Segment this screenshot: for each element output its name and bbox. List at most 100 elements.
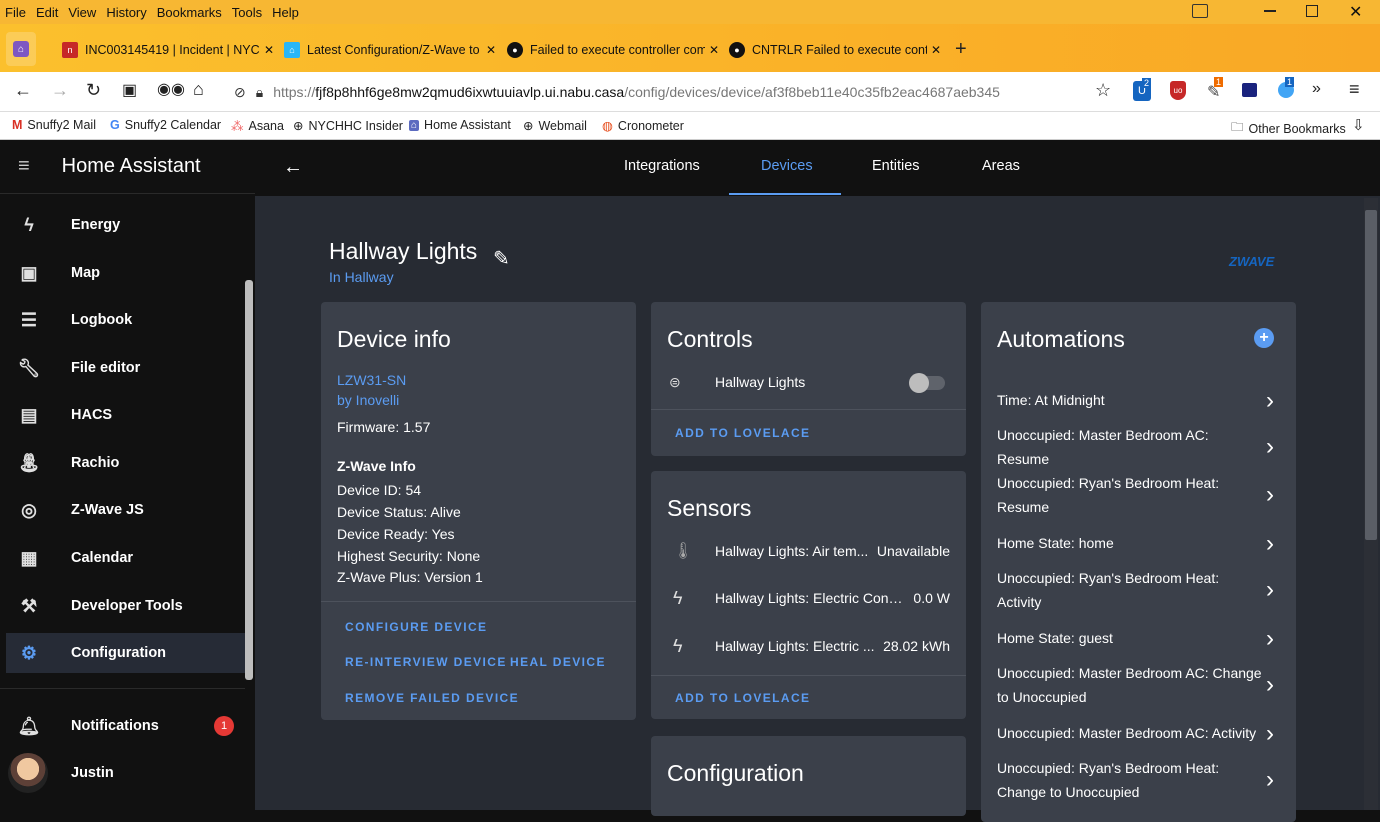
url-bar[interactable]: ⊘ 🔒︎ https://fjf8p8hhf6ge8mw2qmud6ixwtuu… bbox=[226, 77, 1121, 107]
sidebar-item-file-editor[interactable]: 🔧︎ File editor bbox=[0, 348, 245, 388]
new-tab-icon[interactable]: + bbox=[955, 38, 967, 61]
bookmark-nychhc-insider[interactable]: ⊕ NYCHHC Insider bbox=[293, 118, 403, 134]
menu-file[interactable]: File bbox=[0, 5, 31, 20]
device-area-link[interactable]: In Hallway bbox=[329, 269, 394, 285]
automation-row[interactable]: Unoccupied: Master Bedroom AC: Change to … bbox=[981, 661, 1296, 709]
browser-tab-1[interactable]: n INC003145419 | Incident | NYCH ✕ bbox=[62, 32, 274, 68]
menu-bookmarks[interactable]: Bookmarks bbox=[152, 5, 227, 20]
main-scrollbar-thumb[interactable] bbox=[1365, 210, 1377, 540]
firmware-version: Firmware: 1.57 bbox=[337, 419, 431, 435]
bookmark-home-assistant[interactable]: ⌂ Home Assistant bbox=[409, 118, 511, 132]
card-divider bbox=[651, 675, 966, 676]
home-icon[interactable]: ⌂ bbox=[193, 79, 204, 100]
heal-device-button[interactable]: HEAL DEVICE bbox=[510, 655, 606, 669]
tab-integrations[interactable]: Integrations bbox=[624, 158, 700, 174]
bookmark-star-icon[interactable]: ☆ bbox=[1095, 80, 1111, 101]
window-restore-tray-icon[interactable] bbox=[1192, 4, 1208, 18]
automation-row[interactable]: Home State: guest › bbox=[981, 625, 1296, 652]
close-tab-icon[interactable]: ✕ bbox=[931, 43, 941, 57]
browser-tab-2[interactable]: ⌂ Latest Configuration/Z-Wave to ✕ bbox=[284, 32, 496, 68]
hamburger-menu-icon[interactable]: ≡ bbox=[1349, 79, 1360, 100]
forward-icon[interactable]: → bbox=[51, 80, 69, 101]
ublock-icon[interactable]: uo bbox=[1170, 81, 1186, 100]
card-title: Configuration bbox=[667, 760, 804, 786]
bookmark-webmail[interactable]: ⊕ Webmail bbox=[523, 118, 587, 134]
back-arrow-icon[interactable]: ← bbox=[283, 156, 303, 179]
automation-row[interactable]: Unoccupied: Ryan's Bedroom Heat: Activity… bbox=[981, 566, 1296, 614]
menu-edit[interactable]: Edit bbox=[31, 5, 63, 20]
sidebar-item-configuration[interactable]: ⚙ Configuration bbox=[6, 633, 245, 673]
reload-icon[interactable]: ↻ bbox=[86, 80, 101, 101]
bookmark-snuffy2-calendar[interactable]: G Snuffy2 Calendar bbox=[110, 118, 221, 132]
back-icon[interactable]: ← bbox=[14, 80, 32, 101]
device-model-link[interactable]: LZW31-SN bbox=[337, 372, 406, 388]
add-to-lovelace-button[interactable]: ADD TO LOVELACE bbox=[675, 691, 810, 705]
tab-areas[interactable]: Areas bbox=[982, 158, 1020, 174]
tracking-protection-icon[interactable]: ⊘ bbox=[234, 84, 246, 101]
light-toggle[interactable] bbox=[909, 373, 945, 393]
configure-device-button[interactable]: CONFIGURE DEVICE bbox=[345, 620, 487, 634]
lock-icon[interactable]: 🔒︎ bbox=[256, 84, 263, 101]
close-tab-icon[interactable]: ✕ bbox=[264, 43, 274, 57]
menu-tools[interactable]: Tools bbox=[227, 5, 267, 20]
sidebar-item-map[interactable]: ▣ Map bbox=[0, 253, 245, 293]
automation-row[interactable]: Time: At Midnight › bbox=[981, 387, 1296, 414]
sidebar-item-rachio[interactable]: ⛲︎ Rachio bbox=[0, 443, 245, 483]
sidebar-item-hacs[interactable]: ▤ HACS bbox=[0, 395, 245, 435]
sensor-name[interactable]: Hallway Lights: Electric ... bbox=[715, 638, 875, 654]
close-tab-icon[interactable]: ✕ bbox=[709, 43, 719, 57]
pinned-tab[interactable]: ⌂ bbox=[6, 32, 36, 66]
reinterview-device-button[interactable]: RE-INTERVIEW DEVICE bbox=[345, 655, 507, 669]
add-automation-icon[interactable]: + bbox=[1254, 328, 1274, 348]
mail-extension-icon[interactable] bbox=[1242, 83, 1257, 97]
bookmark-snuffy2-mail[interactable]: M Snuffy2 Mail bbox=[12, 118, 96, 132]
automation-row[interactable]: Unoccupied: Ryan's Bedroom Heat: Resume › bbox=[981, 471, 1296, 519]
bookmark-cronometer[interactable]: ◍ Cronometer bbox=[602, 118, 684, 134]
maximize-icon[interactable] bbox=[1306, 5, 1318, 17]
tab-devices[interactable]: Devices bbox=[761, 158, 813, 174]
menu-collapse-icon[interactable]: ≡ bbox=[18, 155, 30, 178]
device-manufacturer-link[interactable]: by Inovelli bbox=[337, 392, 399, 408]
bookmark-label: NYCHHC Insider bbox=[308, 118, 403, 133]
automation-row[interactable]: Unoccupied: Master Bedroom AC: Activity › bbox=[981, 720, 1296, 747]
sidebar-item-energy[interactable]: ϟ Energy bbox=[0, 205, 245, 245]
mask-icon[interactable]: ◉◉ bbox=[157, 79, 185, 99]
tab-label: INC003145419 | Incident | NYCH bbox=[85, 43, 260, 57]
sidebar-item-notifications[interactable]: 🔔︎ Notifications 1 bbox=[0, 706, 245, 746]
main-scrollbar-track[interactable] bbox=[1364, 198, 1378, 810]
minimize-icon[interactable] bbox=[1264, 10, 1276, 12]
automation-row[interactable]: Home State: home › bbox=[981, 530, 1296, 557]
sidebar-item-label: Developer Tools bbox=[71, 598, 183, 614]
configuration-card: Configuration bbox=[651, 736, 966, 816]
browser-tab-3[interactable]: ● Failed to execute controller com ✕ bbox=[507, 32, 719, 68]
bookmark-asana[interactable]: ⁂ Asana bbox=[231, 118, 284, 134]
sidebar-item-logbook[interactable]: ☰ Logbook bbox=[0, 300, 245, 340]
sensor-name[interactable]: Hallway Lights: Electric Cons... bbox=[715, 590, 905, 606]
sidebar-item-calendar[interactable]: ▦ Calendar bbox=[0, 538, 245, 578]
tab-entities[interactable]: Entities bbox=[872, 158, 920, 174]
edit-pencil-icon[interactable]: ✎ bbox=[493, 246, 510, 271]
sidebar-item-zwave-js[interactable]: ◎ Z-Wave JS bbox=[0, 490, 245, 530]
overflow-chevrons-icon[interactable]: » bbox=[1312, 80, 1321, 98]
automation-label: Time: At Midnight bbox=[997, 388, 1262, 412]
print-icon[interactable]: ▣ bbox=[122, 80, 137, 100]
sensor-name[interactable]: Hallway Lights: Air tem... bbox=[715, 543, 871, 559]
automation-row[interactable]: Unoccupied: Master Bedroom AC: Resume › bbox=[981, 423, 1296, 471]
control-entity-name[interactable]: Hallway Lights bbox=[715, 374, 805, 390]
sidebar-item-developer-tools[interactable]: ⚒ Developer Tools bbox=[0, 586, 245, 626]
sidebar-scrollbar[interactable] bbox=[245, 280, 253, 680]
pocket-save-icon[interactable]: ⇩ bbox=[1352, 116, 1365, 134]
menu-history[interactable]: History bbox=[101, 5, 151, 20]
automation-row[interactable]: Unoccupied: Ryan's Bedroom Heat: Change t… bbox=[981, 756, 1296, 804]
menu-view[interactable]: View bbox=[63, 5, 101, 20]
add-to-lovelace-button[interactable]: ADD TO LOVELACE bbox=[675, 426, 810, 440]
tab-label: Failed to execute controller com bbox=[530, 43, 705, 57]
close-tab-icon[interactable]: ✕ bbox=[486, 43, 496, 57]
other-bookmarks-folder[interactable]: 🗀 Other Bookmarks bbox=[1231, 118, 1346, 139]
browser-tab-4[interactable]: ● CNTRLR Failed to execute contr ✕ bbox=[729, 32, 941, 68]
menu-help[interactable]: Help bbox=[267, 5, 304, 20]
automation-label-line1: Unoccupied: Ryan's Bedroom Heat: bbox=[997, 570, 1220, 586]
remove-failed-device-button[interactable]: REMOVE FAILED DEVICE bbox=[345, 691, 519, 705]
close-window-icon[interactable]: ✕ bbox=[1349, 2, 1362, 22]
sidebar-item-profile[interactable]: Justin bbox=[0, 753, 245, 793]
